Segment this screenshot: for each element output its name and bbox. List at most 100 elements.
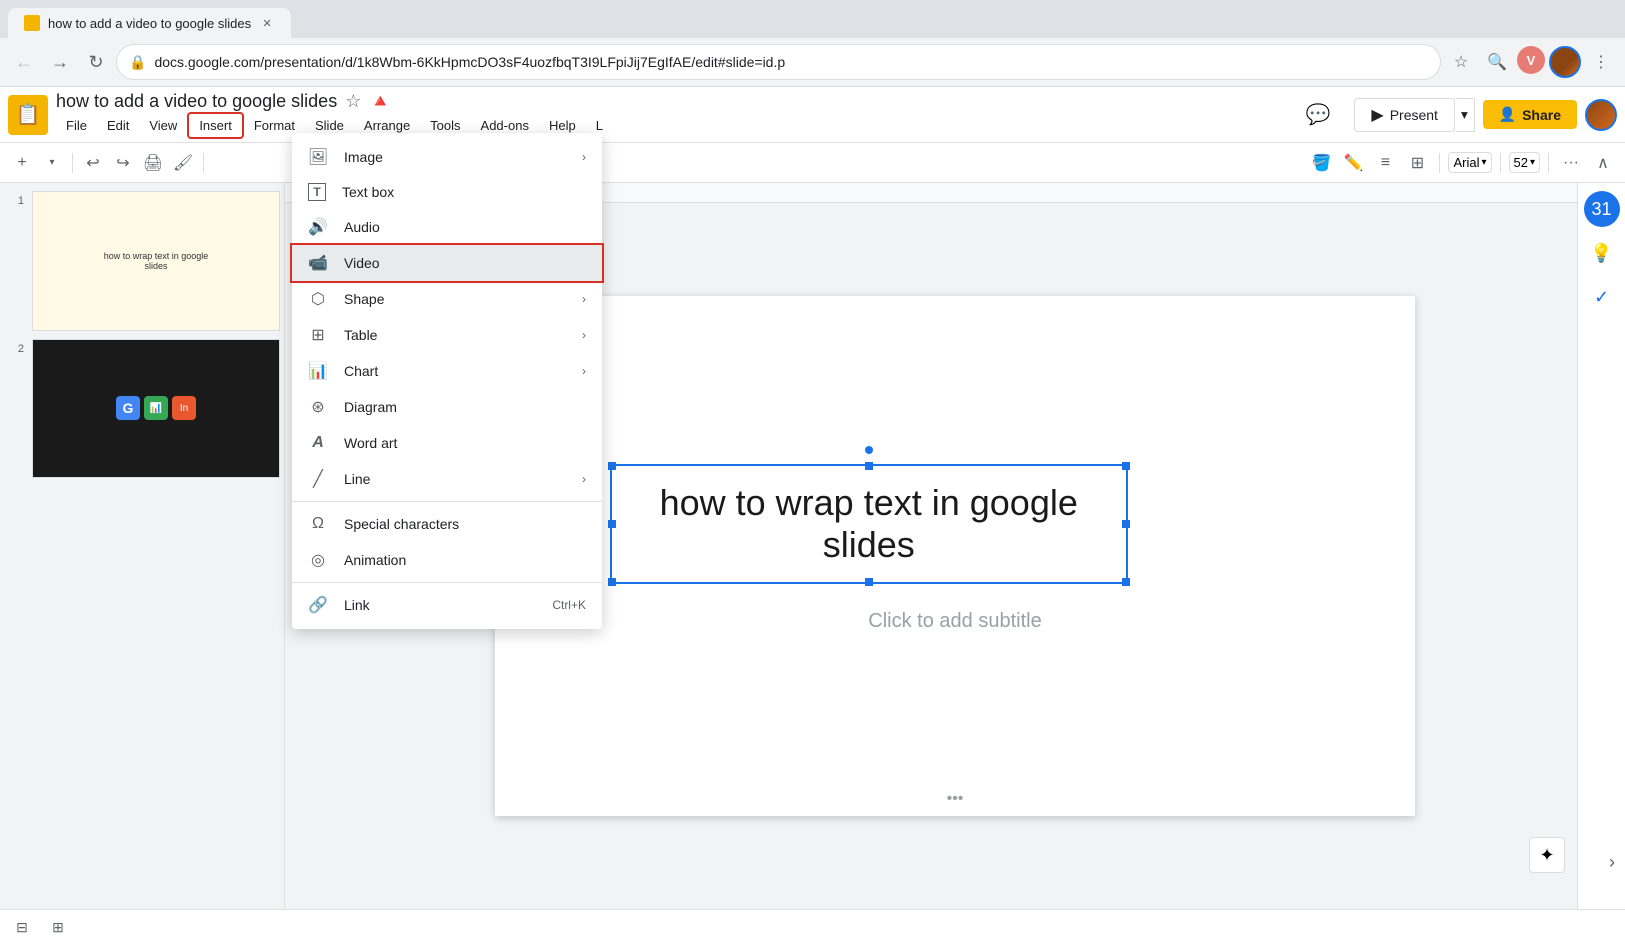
calendar-button[interactable]: 31 [1584, 191, 1620, 227]
line-icon: ╱ [308, 469, 328, 489]
collapse-button[interactable]: ∧ [1589, 149, 1617, 177]
back-button[interactable]: ← [8, 46, 40, 78]
link-shortcut: Ctrl+K [552, 598, 586, 612]
fill-color-button[interactable]: 🪣 [1307, 149, 1335, 177]
slide-content: how to wrap text in google slides Click … [495, 296, 1415, 816]
handle-top-right[interactable] [1122, 462, 1130, 470]
expand-button[interactable]: ✦ [1529, 837, 1565, 873]
menu-item-line[interactable]: ╱ Line › [292, 461, 602, 497]
handle-top-center[interactable] [865, 446, 873, 454]
font-size-dropdown-icon: ▾ [1530, 157, 1535, 168]
menu-insert[interactable]: Insert [187, 112, 244, 139]
audio-label: Audio [344, 219, 586, 235]
comment-button[interactable]: 💬 [1289, 96, 1346, 133]
menu-item-wordart[interactable]: A Word art [292, 425, 602, 461]
address-bar-row: ← → ↻ 🔒 docs.google.com/presentation/d/1… [0, 38, 1625, 86]
menu-item-diagram[interactable]: ⊛ Diagram [292, 389, 602, 425]
slide-item-2[interactable]: 2 G 📊 In [4, 339, 280, 479]
menu-button[interactable]: ⋮ [1585, 46, 1617, 78]
line-color-button[interactable]: ✏️ [1339, 149, 1367, 177]
main-content: 1 how to wrap text in googleslides 2 G 📊… [0, 183, 1625, 909]
menu-item-image[interactable]: 🖼 Image › [292, 139, 602, 175]
drive-icon[interactable]: 🔺 [369, 91, 391, 112]
handle-bot-left[interactable] [608, 578, 616, 586]
menu-edit[interactable]: Edit [97, 114, 139, 137]
menu-view[interactable]: View [139, 114, 187, 137]
handle-top-center-edge[interactable] [865, 462, 873, 470]
present-dropdown-button[interactable]: ▾ [1455, 98, 1475, 132]
address-bar[interactable]: 🔒 docs.google.com/presentation/d/1k8Wbm-… [116, 44, 1441, 80]
link-icon: 🔗 [308, 595, 328, 615]
menu-item-shape[interactable]: ⬡ Shape › [292, 281, 602, 317]
font-selector[interactable]: Arial ▾ [1448, 152, 1491, 173]
subtitle-textbox[interactable]: Click to add subtitle [610, 594, 1300, 649]
reload-button[interactable]: ↻ [80, 46, 112, 78]
slide-thumbnail-2[interactable]: G 📊 In [32, 339, 280, 479]
browser-chrome: how to add a video to google slides ✕ ← … [0, 0, 1625, 87]
grid-view-button[interactable]: ⊞ [44, 914, 72, 942]
paint-button[interactable]: 🖌 [169, 149, 197, 177]
menu-item-textbox[interactable]: T Text box [292, 175, 602, 209]
line-label: Line [344, 471, 566, 487]
handle-mid-right[interactable] [1122, 520, 1130, 528]
link-label: Link [344, 597, 536, 613]
font-size-selector[interactable]: 52 ▾ [1509, 152, 1541, 173]
present-button[interactable]: ▶ Present [1354, 98, 1455, 132]
wordart-label: Word art [344, 435, 586, 451]
more-options-button[interactable]: ··· [1557, 149, 1585, 177]
share-button[interactable]: 👤 Share [1483, 100, 1577, 129]
list-view-button[interactable]: ⊟ [8, 914, 36, 942]
slide-thumbnail-1[interactable]: how to wrap text in googleslides [32, 191, 280, 331]
tab-close-button[interactable]: ✕ [259, 15, 275, 31]
line-arrow: › [582, 472, 586, 486]
handle-bot-right[interactable] [1122, 578, 1130, 586]
toolbar-separator-5 [1548, 153, 1549, 173]
more-align-button[interactable]: ⊞ [1403, 149, 1431, 177]
user-avatar[interactable] [1585, 99, 1617, 131]
menu-item-animation[interactable]: ◎ Animation [292, 542, 602, 578]
menu-divider-2 [292, 582, 602, 583]
profile-avatar-photo[interactable] [1549, 46, 1581, 78]
align-button[interactable]: ≡ [1371, 149, 1399, 177]
title-text: how to wrap text in google slides [628, 482, 1110, 566]
check-button[interactable]: ✓ [1584, 279, 1620, 315]
slide-item-1[interactable]: 1 how to wrap text in googleslides [4, 191, 280, 331]
special-chars-label: Special characters [344, 516, 586, 532]
menu-item-audio[interactable]: 🔊 Audio [292, 209, 602, 245]
add-dropdown-button[interactable]: ▾ [38, 149, 66, 177]
menu-item-special-chars[interactable]: Ω Special characters [292, 506, 602, 542]
bulb-button[interactable]: 💡 [1584, 235, 1620, 271]
slide-canvas: how to wrap text in google slides Click … [495, 296, 1415, 816]
undo-button[interactable]: ↩ [79, 149, 107, 177]
video-icon: 📹 [308, 253, 328, 273]
menu-item-video[interactable]: 📹 Video [292, 245, 602, 281]
redo-button[interactable]: ↪ [109, 149, 137, 177]
app-logo: 📋 [8, 95, 48, 135]
menu-item-link[interactable]: 🔗 Link Ctrl+K [292, 587, 602, 623]
menu-file[interactable]: File [56, 114, 97, 137]
handle-top-left[interactable] [608, 462, 616, 470]
right-arrow-button[interactable]: › [1609, 852, 1615, 873]
add-button[interactable]: + [8, 149, 36, 177]
bookmark-button[interactable]: ☆ [1445, 46, 1477, 78]
handle-mid-left[interactable] [608, 520, 616, 528]
star-icon[interactable]: ☆ [345, 91, 361, 112]
active-tab[interactable]: how to add a video to google slides ✕ [8, 8, 291, 38]
app-container: 📋 how to add a video to google slides ☆ … [0, 87, 1625, 945]
zoom-button[interactable]: 🔍 [1481, 46, 1513, 78]
insert-dropdown-menu: 🖼 Image › T Text box 🔊 Audio 📹 Video ⬡ S… [292, 133, 602, 629]
present-icon: ▶ [1371, 105, 1383, 125]
right-sidebar: 31 💡 ✓ [1577, 183, 1625, 909]
tab-bar: how to add a video to google slides ✕ [0, 0, 1625, 38]
title-textbox[interactable]: how to wrap text in google slides [610, 464, 1128, 584]
present-group: ▶ Present ▾ [1354, 98, 1474, 132]
forward-button[interactable]: → [44, 46, 76, 78]
browser-actions: ☆ 🔍 V ⋮ [1445, 46, 1617, 78]
image-icon: 🖼 [308, 147, 328, 167]
profile-avatar-red[interactable]: V [1517, 46, 1545, 74]
handle-bot-center[interactable] [865, 578, 873, 586]
menu-item-chart[interactable]: 📊 Chart › [292, 353, 602, 389]
print-button[interactable]: 🖨 [139, 149, 167, 177]
chart-label: Chart [344, 363, 566, 379]
menu-item-table[interactable]: ⊞ Table › [292, 317, 602, 353]
